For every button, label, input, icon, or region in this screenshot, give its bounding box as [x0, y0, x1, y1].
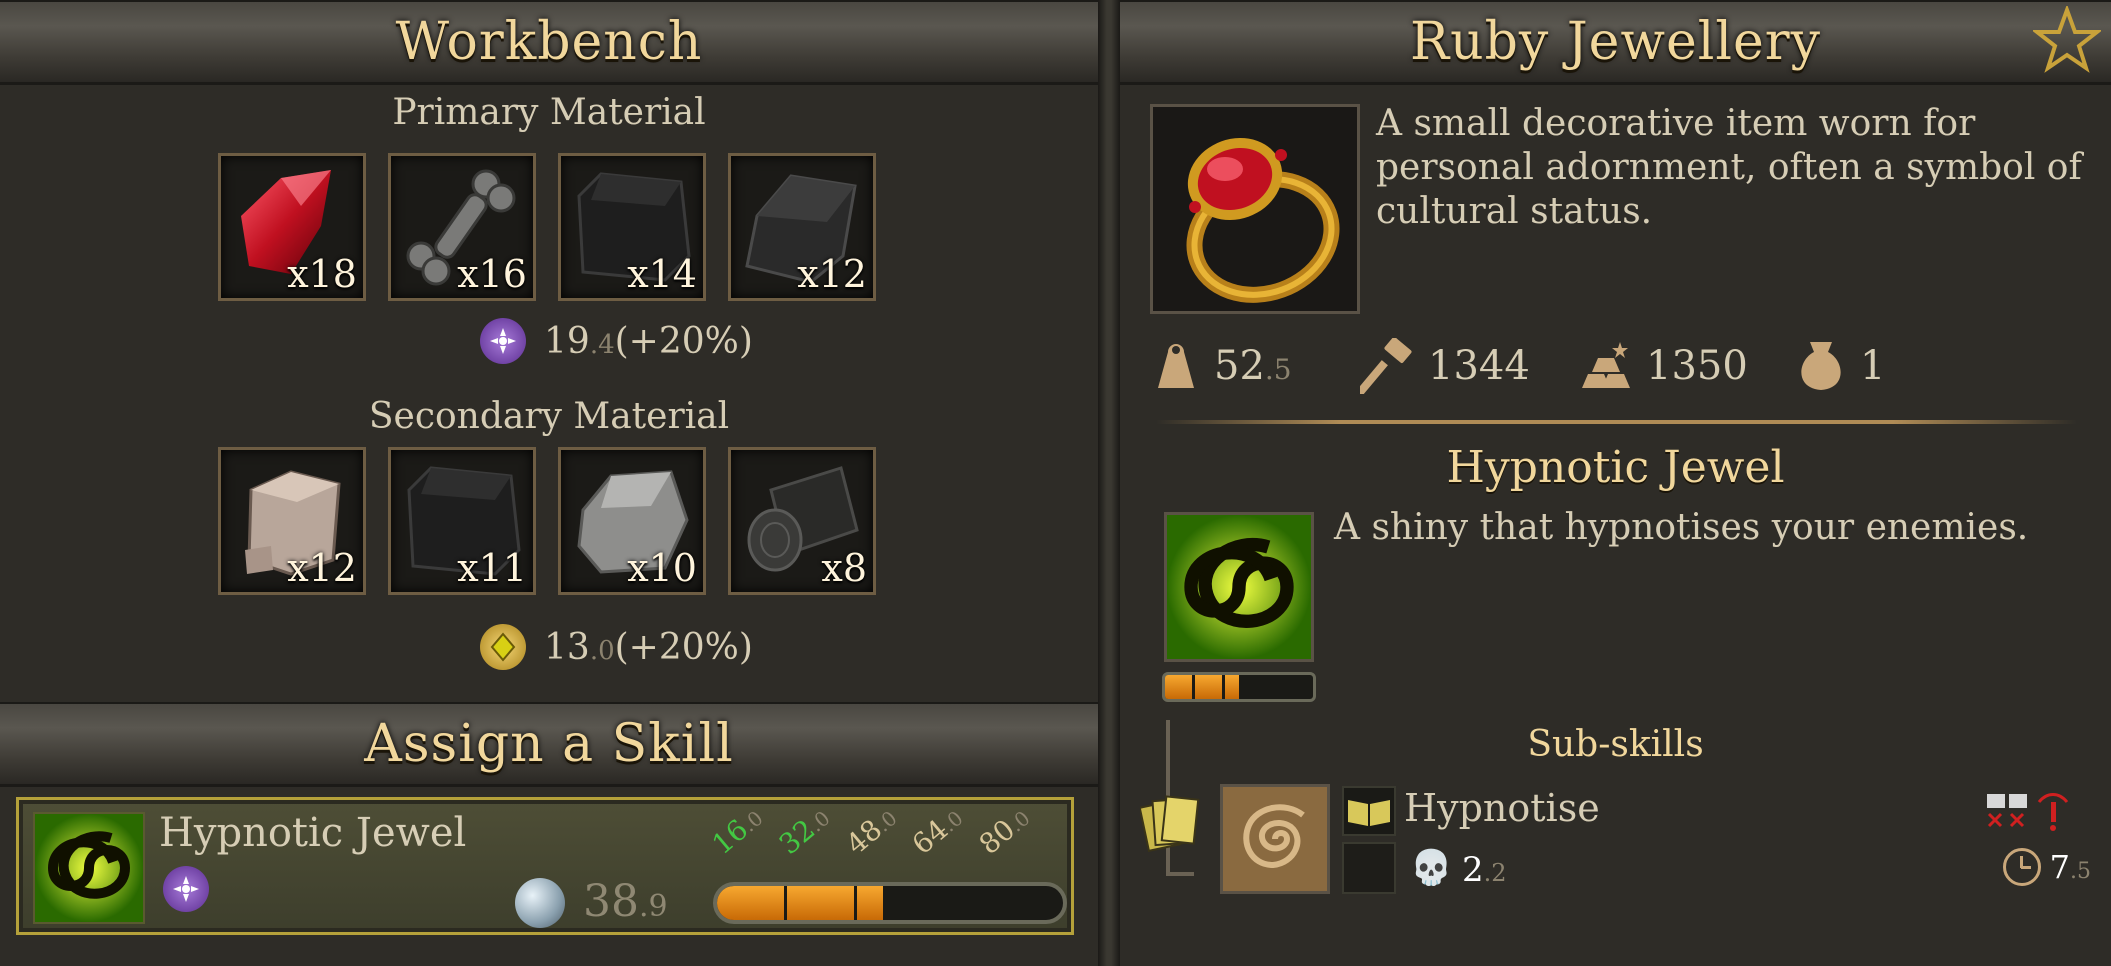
assign-skill-header: Assign a Skill	[0, 702, 1098, 787]
secondary-stat: 13.0(+20%)	[480, 624, 753, 670]
item-header: Ruby Jewellery	[1120, 0, 2111, 85]
orb-icon	[515, 878, 565, 928]
gold-value: 1350	[1646, 343, 1748, 389]
level-segments	[1165, 675, 1313, 699]
item-panel: Ruby Jewellery A small decorative item w…	[1120, 0, 2111, 966]
primary-material-slot[interactable]: x12	[728, 153, 876, 301]
secondary-material-slot[interactable]: x10	[558, 447, 706, 595]
value-prop: 1350	[1576, 338, 1748, 394]
secondary-material-slot[interactable]: x11	[388, 447, 536, 595]
material-count: x14	[627, 252, 697, 296]
clock-icon	[2003, 848, 2041, 886]
weight-value: 52	[1214, 343, 1265, 389]
threshold-tick: 16.0	[705, 805, 768, 861]
skill-title: Hypnotic Jewel	[1446, 442, 1785, 493]
weight-decimal: .5	[1264, 353, 1292, 386]
weight-prop: 52.5	[1150, 338, 1292, 394]
secondary-stat-decimal: .0	[589, 635, 615, 666]
tree-connector-branch	[1166, 872, 1194, 876]
durability-prop: 1344	[1360, 338, 1530, 394]
primary-stat-value: 19	[544, 320, 590, 362]
subskill-name: Hypnotise	[1404, 786, 1600, 830]
durability-value: 1344	[1428, 343, 1530, 389]
threshold-tick: 80.0	[972, 805, 1035, 861]
spiral-icon[interactable]	[1220, 784, 1330, 894]
secondary-material-label: Secondary Material	[368, 396, 730, 437]
panel-divider	[1098, 0, 1120, 966]
money-bag-icon	[1801, 342, 1841, 390]
quantity-prop: 1	[1794, 338, 1885, 394]
subskill-cooldown: 7.5	[2049, 848, 2091, 886]
skill-progress-bar	[713, 882, 1067, 924]
red-alert-icon	[2035, 790, 2071, 834]
secondary-material-slot[interactable]: x8	[728, 447, 876, 595]
material-count: x12	[797, 252, 867, 296]
workbench-panel: Workbench Primary Material x18 x16 x14 x…	[0, 0, 1098, 966]
primary-stat-decimal: .4	[589, 329, 615, 360]
material-count: x16	[457, 252, 527, 296]
section-divider	[1156, 420, 2077, 424]
subskills-label: Sub-skills	[1527, 724, 1704, 765]
material-count: x11	[457, 546, 527, 590]
star-icon[interactable]	[2031, 4, 2103, 74]
gold-bars-icon	[1582, 342, 1630, 388]
primary-material-slot[interactable]: x14	[558, 153, 706, 301]
item-title: Ruby Jewellery	[1409, 12, 1821, 72]
workbench-header: Workbench	[0, 0, 1098, 85]
skill-row[interactable]: Hypnotic Jewel 38.9 16.0 32.0 48.0 64.0 80.0	[16, 797, 1074, 935]
item-description: A small decorative item worn for persona…	[1376, 103, 2082, 232]
cards-icon	[1138, 790, 1200, 853]
gold-diamond-icon	[480, 624, 526, 670]
skill-description: A shiny that hypnotises your enemies.	[1334, 507, 2029, 548]
subskill-damage: 2.2	[1462, 850, 1507, 890]
skill-level-bar	[1162, 672, 1316, 702]
primary-stat: 19.4(+20%)	[480, 318, 753, 364]
orb-value: 38.9	[583, 876, 668, 927]
primary-material-label: Primary Material	[392, 92, 706, 133]
secondary-material-slot[interactable]: x12	[218, 447, 366, 595]
primary-stat-bonus: (+20%)	[614, 320, 753, 362]
secondary-stat-value: 13	[544, 626, 590, 668]
hypnotic-swirl-icon	[1164, 512, 1314, 662]
weight-icon	[1158, 344, 1194, 388]
secondary-stat-bonus: (+20%)	[614, 626, 753, 668]
skill-name: Hypnotic Jewel	[159, 810, 467, 856]
threshold-tick: 32.0	[772, 805, 835, 861]
threshold-tick: 64.0	[905, 805, 968, 861]
primary-material-slot[interactable]: x16	[388, 153, 536, 301]
material-count: x8	[821, 546, 867, 590]
hypnotic-swirl-icon	[33, 812, 145, 924]
quantity-value: 1	[1860, 343, 1886, 389]
target-cross-icon	[1985, 792, 2031, 832]
threshold-tick: 48.0	[839, 805, 902, 861]
ruby-ring-icon	[1150, 104, 1360, 314]
arcane-icon	[163, 866, 209, 912]
empty-slot[interactable]	[1342, 842, 1396, 894]
skull-icon: 💀	[1410, 848, 1453, 888]
progress-segments	[717, 886, 1063, 920]
book-icon	[1342, 786, 1396, 836]
arcane-icon	[480, 318, 526, 364]
hammer-icon	[1360, 338, 1412, 394]
workbench-title: Workbench	[395, 12, 703, 72]
assign-skill-title: Assign a Skill	[364, 714, 734, 774]
material-count: x12	[287, 546, 357, 590]
material-count: x10	[627, 546, 697, 590]
material-count: x18	[287, 252, 357, 296]
primary-material-slot[interactable]: x18	[218, 153, 366, 301]
